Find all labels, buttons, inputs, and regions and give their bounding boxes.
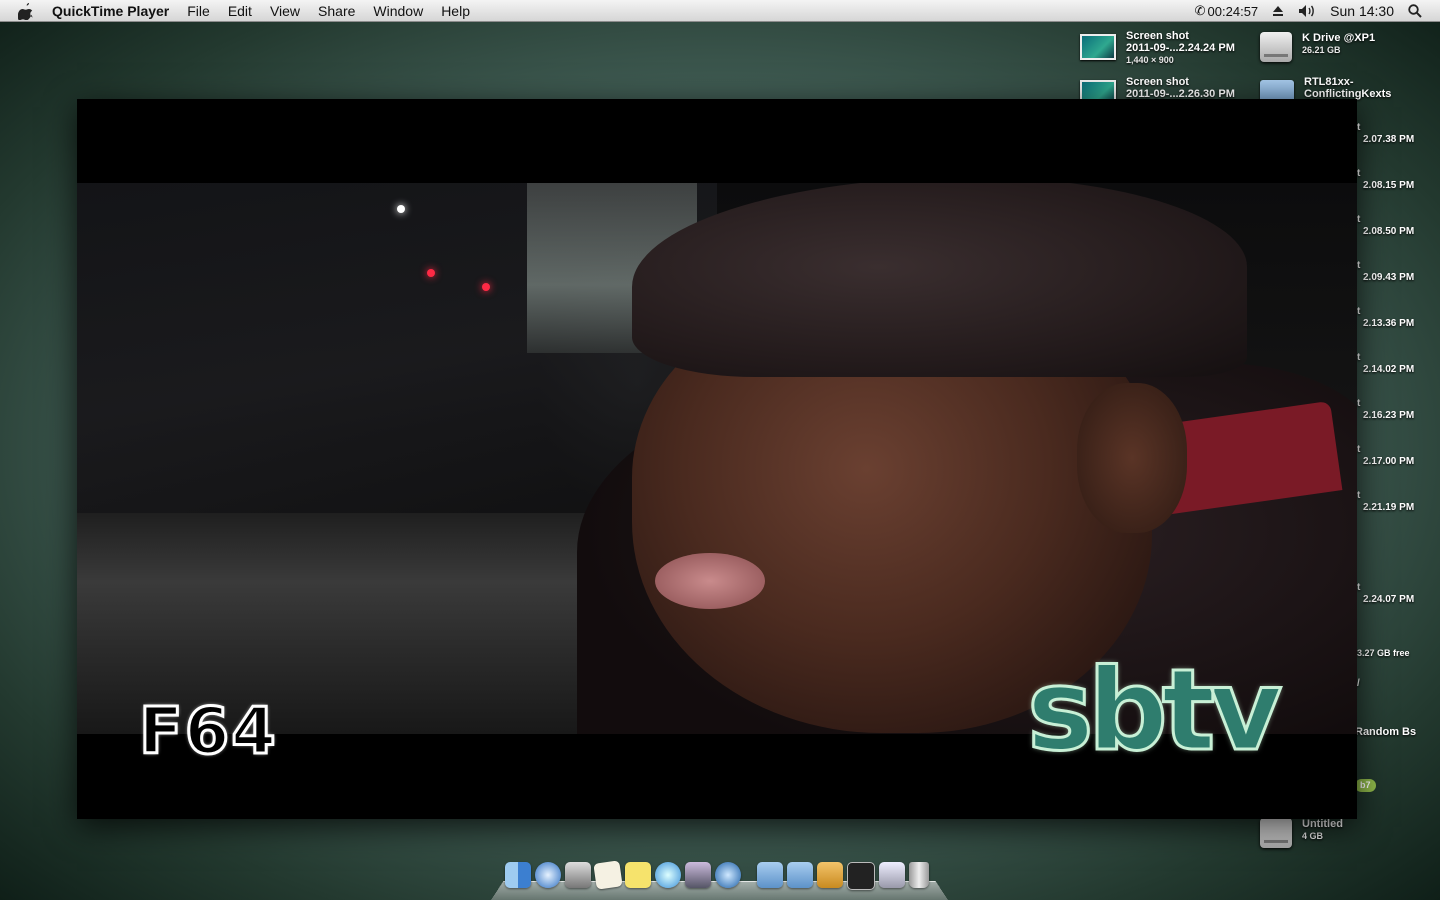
desktop-label-fragment: t (1357, 490, 1361, 501)
phone-icon: ✆ (1194, 3, 1206, 18)
call-timer-text: 00:24:57 (1207, 3, 1259, 19)
spotlight-search-icon[interactable] (1408, 4, 1422, 18)
downloads-stack-icon[interactable] (817, 862, 843, 888)
desktop-label-fragment[interactable]: 2.16.23 PM (1363, 410, 1414, 421)
clock-menu[interactable]: Sun 14:30 (1330, 3, 1394, 19)
desktop-label-fragment: t (1357, 306, 1361, 317)
eject-icon[interactable] (1272, 5, 1284, 17)
applications-folder-icon[interactable] (757, 862, 783, 888)
desktop-label-fragment[interactable]: 2.08.50 PM (1363, 226, 1414, 237)
apple-menu-icon[interactable] (18, 1, 38, 21)
person-ear (1077, 383, 1187, 533)
stickies-icon[interactable] (625, 862, 651, 888)
terminal-icon[interactable] (847, 862, 875, 890)
file-name: Screen shot (1126, 76, 1189, 88)
desktop-label-fragment: t (1357, 582, 1361, 593)
menu-window[interactable]: Window (373, 3, 423, 19)
itunes-icon[interactable] (655, 862, 681, 888)
preview-icon[interactable] (565, 862, 591, 888)
desktop-drive-untitled[interactable]: Untitled 4 GB (1260, 818, 1343, 848)
documents-folder-icon[interactable] (787, 862, 813, 888)
menu-bar: QuickTime Player File Edit View Share Wi… (0, 0, 1440, 22)
trash-icon[interactable] (909, 862, 929, 888)
file-info: 1,440 × 900 (1126, 55, 1174, 65)
menu-edit[interactable]: Edit (228, 3, 252, 19)
desktop-label-fragment: t (1357, 122, 1361, 133)
desktop-label-fragment[interactable]: 2.17.00 PM (1363, 456, 1414, 467)
f64-overlay-logo: F64 (138, 694, 278, 771)
person-beanie (632, 183, 1247, 377)
file-name: Screen shot (1126, 30, 1189, 42)
menu-help[interactable]: Help (441, 3, 470, 19)
sbtv-watermark-logo: sbtv (1025, 646, 1283, 776)
red-light (427, 269, 435, 277)
desktop-label-fragment[interactable]: 2.14.02 PM (1363, 364, 1414, 375)
call-timer-status[interactable]: ✆ 00:24:57 (1195, 3, 1259, 19)
street-light (397, 205, 405, 213)
red-light (482, 283, 490, 291)
volume-icon[interactable] (1298, 4, 1316, 18)
drive-size: 26.21 GB (1302, 45, 1341, 55)
desktop-label-fragment[interactable]: 2.24.07 PM (1363, 594, 1414, 605)
hard-drive-icon (1260, 32, 1292, 62)
folder-name: RTL81xx- (1304, 76, 1354, 88)
menu-share[interactable]: Share (318, 3, 355, 19)
drive-name: K Drive @XP1 (1302, 32, 1376, 44)
file-name-line2: 2011-09-...2.24.24 PM (1126, 42, 1235, 54)
disk-free-space-label: 3.27 GB free (1357, 648, 1410, 658)
image-thumbnail-icon (1080, 34, 1116, 60)
desktop-label-fragment: t (1357, 444, 1361, 455)
desktop-label-fragment[interactable]: 2.21.19 PM (1363, 502, 1414, 513)
desktop-folder-random-bs[interactable]: Random Bs (1355, 726, 1416, 738)
desktop-label-fragment[interactable]: 2.07.38 PM (1363, 134, 1414, 145)
menu-file[interactable]: File (187, 3, 210, 19)
quicktime-icon[interactable] (715, 862, 741, 888)
window-icon[interactable] (879, 862, 905, 888)
desktop-label-fragment: t (1357, 168, 1361, 179)
desktop-label-fragment: t (1357, 352, 1361, 363)
drive-size: 4 GB (1302, 831, 1324, 841)
desktop-screenshot-file-1[interactable]: Screen shot 2011-09-...2.24.24 PM 1,440 … (1080, 30, 1235, 67)
person-lips (655, 553, 765, 609)
drive-name: Untitled (1302, 818, 1343, 830)
desktop-label-fragment[interactable]: 2.08.15 PM (1363, 180, 1414, 191)
hard-drive-icon (1260, 818, 1292, 848)
desktop-label-badge: b7 (1355, 779, 1376, 792)
desktop-label-fragment[interactable]: 2.09.43 PM (1363, 272, 1414, 283)
dock (491, 858, 948, 900)
safari-icon[interactable] (535, 862, 561, 888)
photo-icon[interactable] (685, 862, 711, 888)
finder-icon[interactable] (505, 862, 531, 888)
desktop-label-fragment[interactable]: 2.13.36 PM (1363, 318, 1414, 329)
desktop-drive-k[interactable]: K Drive @XP1 26.21 GB (1260, 32, 1375, 62)
video-player-window[interactable]: F64 sbtv (77, 99, 1357, 819)
menu-view[interactable]: View (270, 3, 300, 19)
desktop-label-fragment: t (1357, 260, 1361, 271)
desktop-label-fragment: t (1357, 214, 1361, 225)
desktop-label-fragment: / (1357, 678, 1360, 689)
app-name-menu[interactable]: QuickTime Player (52, 3, 169, 19)
desktop-label-fragment: t (1357, 398, 1361, 409)
textedit-icon[interactable] (593, 860, 623, 890)
